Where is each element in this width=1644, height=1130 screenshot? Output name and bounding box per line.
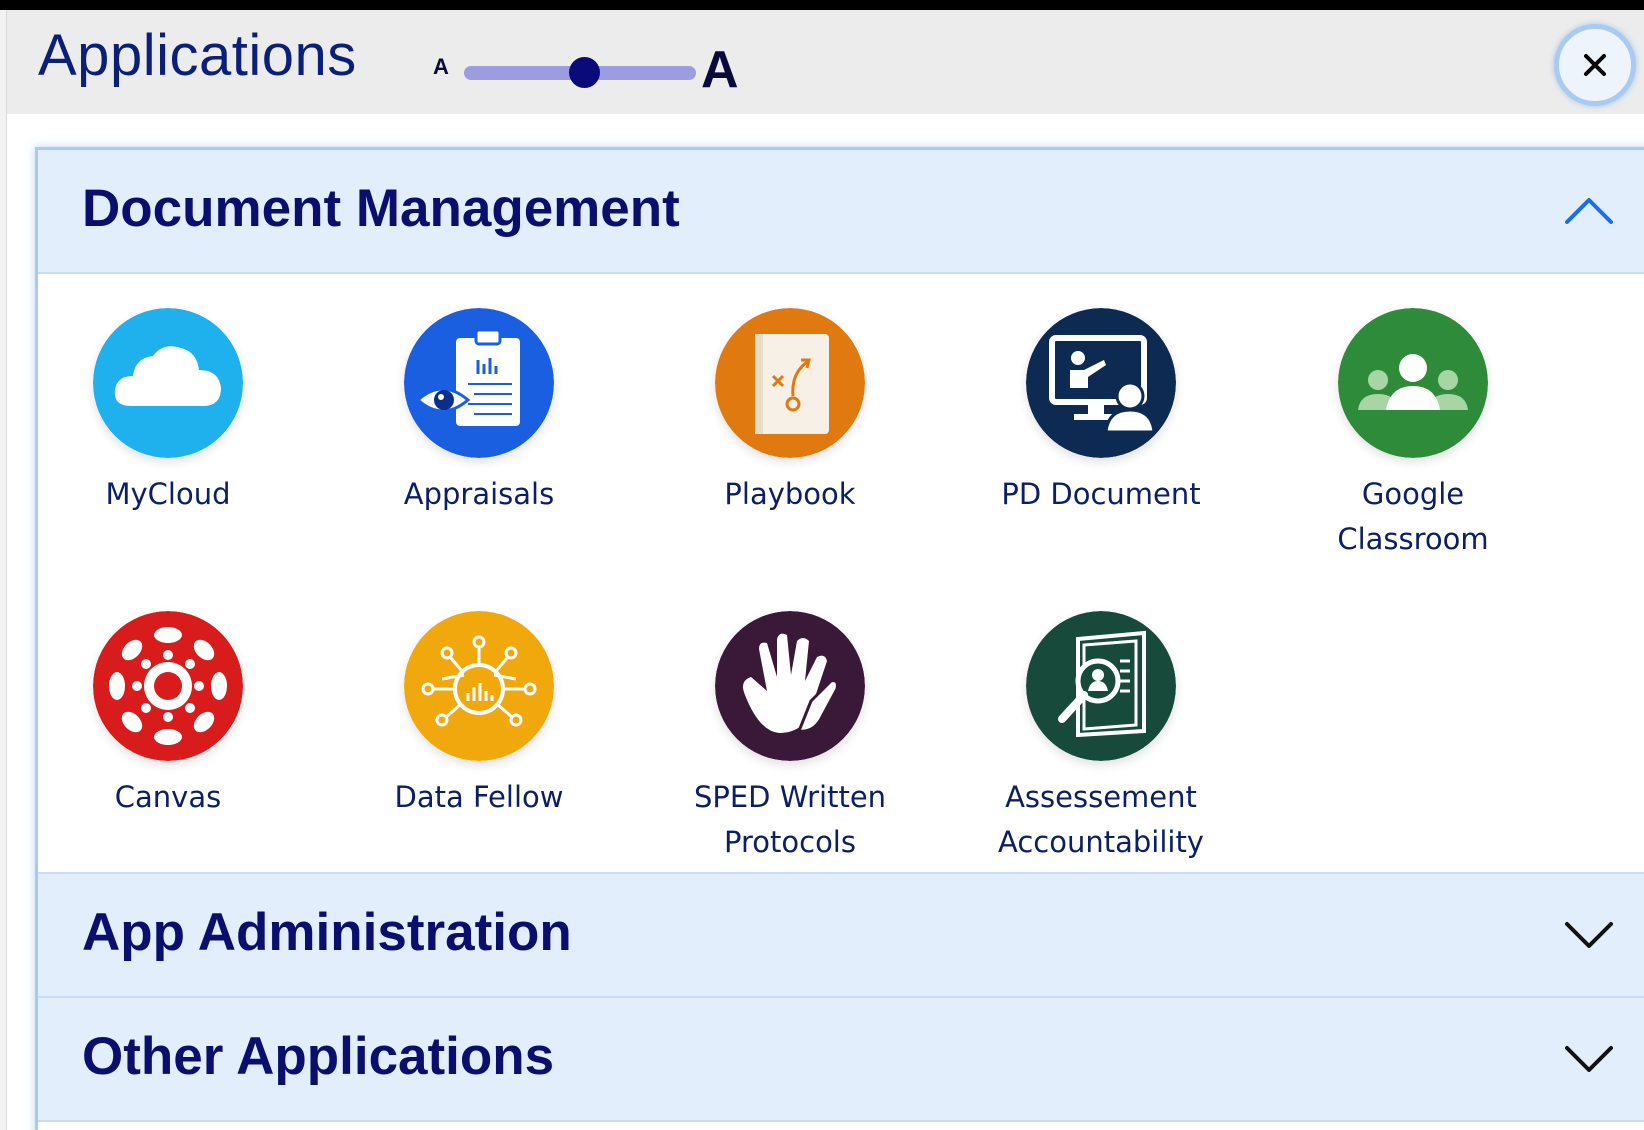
font-size-large-label: A (701, 41, 739, 99)
background-page-edge (0, 10, 7, 1130)
section-header-document-management[interactable]: Document Management (38, 150, 1644, 274)
font-size-small-label: A (433, 54, 449, 79)
close-button[interactable] (1554, 24, 1636, 106)
app-label: Appraisals (403, 477, 555, 511)
app-label: Google Classroom (1337, 477, 1489, 556)
app-label: PD Document (1001, 477, 1201, 511)
slider-thumb[interactable] (568, 57, 600, 88)
section-title: App Administration (82, 903, 572, 962)
app-tile-sped-written-protocols[interactable]: SPED Written Protocols (660, 611, 920, 865)
app-label: Playbook (724, 477, 856, 511)
section-header-app-administration[interactable]: App Administration (38, 874, 1644, 998)
panel-title: Applications (38, 23, 357, 88)
canvas-icon (93, 611, 243, 761)
app-label: Assessement Accountability (998, 780, 1204, 859)
app-tile-google-classroom[interactable]: Google Classroom (1283, 308, 1543, 562)
presentation-icon (1026, 308, 1176, 458)
playbook-icon (715, 308, 865, 458)
applications-panel: Applications A A Document Management MyC… (7, 10, 1644, 1130)
app-tile-pd-document[interactable]: PD Document (971, 308, 1231, 517)
chevron-down-icon (1565, 1046, 1613, 1072)
chevron-up-icon (1565, 198, 1613, 224)
app-tile-playbook[interactable]: Playbook (660, 308, 920, 517)
hands-icon (715, 611, 865, 761)
close-icon (1584, 54, 1606, 76)
clipboard-eye-icon (404, 308, 554, 458)
app-label: MyCloud (105, 477, 231, 511)
app-label: SPED Written Protocols (693, 780, 887, 859)
app-tile-mycloud[interactable]: MyCloud (38, 308, 298, 517)
app-tile-assessement-accountability[interactable]: Assessement Accountability (971, 611, 1231, 865)
cloud-icon (93, 308, 243, 458)
applications-accordion: Document Management MyCloud Appraisals P… (35, 147, 1644, 1130)
section-title: Other Applications (82, 1027, 555, 1086)
section-body-document-management: MyCloud Appraisals Playbook PD Document … (38, 274, 1644, 874)
panel-header: Applications A A (7, 10, 1644, 114)
app-tile-canvas[interactable]: Canvas (38, 611, 298, 820)
font-size-slider[interactable]: A A (433, 36, 743, 99)
app-tile-appraisals[interactable]: Appraisals (349, 308, 609, 517)
chevron-down-icon (1565, 922, 1613, 948)
section-title: Document Management (82, 179, 680, 238)
document-search-icon (1026, 611, 1176, 761)
screen: Applications A A Document Management MyC… (0, 0, 1644, 1130)
classroom-icon (1338, 308, 1488, 458)
section-header-other-applications[interactable]: Other Applications (38, 998, 1644, 1122)
data-network-icon (404, 611, 554, 761)
app-label: Canvas (114, 780, 222, 814)
app-label: Data Fellow (394, 780, 564, 814)
app-tile-data-fellow[interactable]: Data Fellow (349, 611, 609, 820)
